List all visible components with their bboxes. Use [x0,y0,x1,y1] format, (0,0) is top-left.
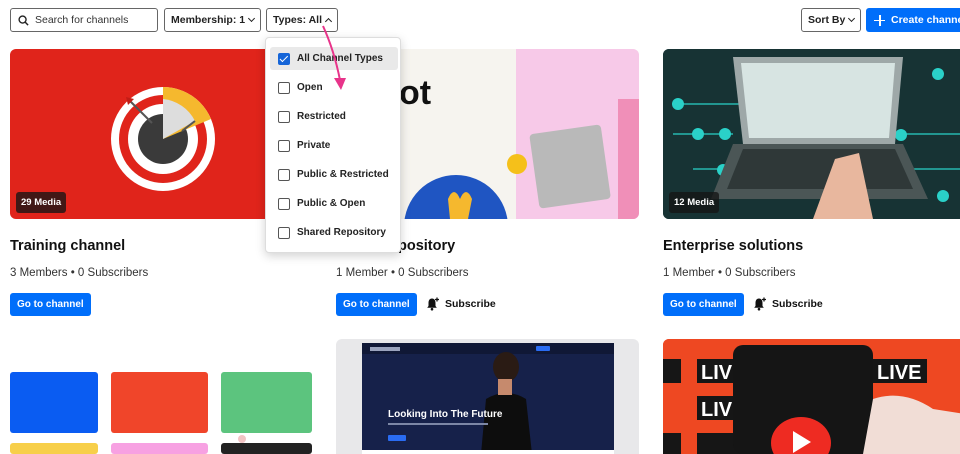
go-to-channel-button[interactable]: Go to channel [663,293,744,316]
channel-meta: 1 Member • 0 Subscribers [336,267,469,279]
types-filter-label: Types: All [273,14,323,26]
type-option-label: Public & Restricted [297,169,389,180]
checkbox[interactable] [278,139,290,152]
channel-meta: 3 Members • 0 Subscribers [10,267,149,279]
color-blocks-illustration [10,372,312,454]
subscribe-button[interactable]: Subscribe [753,297,823,311]
bell-plus-icon [427,297,439,311]
type-option-shared-repository[interactable]: Shared Repository [270,221,398,244]
go-to-channel-button[interactable]: Go to channel [336,293,417,316]
go-to-channel-button[interactable]: Go to channel [10,293,91,316]
create-channel-label: Create channel [891,14,960,26]
channel-thumbnail[interactable]: 12 Media [663,49,960,219]
checkbox[interactable] [278,226,290,239]
type-option-private[interactable]: Private [270,134,398,157]
sort-by-button[interactable]: Sort By [801,8,862,32]
channel-thumbnail[interactable]: LIVE LIVE LIVE [663,339,960,454]
chevron-down-icon [248,14,256,23]
checkbox[interactable] [278,168,290,181]
search-icon [18,14,29,26]
channel-title[interactable]: Enterprise solutions [663,238,803,254]
type-option-public-open[interactable]: Public & Open [270,192,398,215]
sort-by-label: Sort By [808,14,846,26]
subscribe-label: Subscribe [445,298,496,310]
search-input[interactable]: Search for channels [10,8,158,32]
create-channel-button[interactable]: Create channel [866,8,960,32]
live-streaming-illustration: LIVE LIVE LIVE [663,339,960,454]
chevron-down-icon [848,14,856,23]
bell-plus-icon [754,297,766,311]
subscribe-button[interactable]: Subscribe [426,297,496,311]
channel-thumbnail[interactable]: Looking Into The Future [336,339,639,454]
type-option-all[interactable]: All Channel Types [270,47,398,70]
type-option-label: Private [297,140,331,151]
checkbox[interactable] [278,197,290,210]
video-portal-illustration: Looking Into The Future [362,343,614,454]
subscribe-label: Subscribe [772,298,823,310]
types-filter-dropdown: All Channel Types Open Restricted Privat… [265,37,401,253]
type-option-label: All Channel Types [297,53,383,64]
channel-meta: 1 Member • 0 Subscribers [663,267,796,279]
search-placeholder: Search for channels [35,14,129,26]
checkbox[interactable] [278,110,290,123]
media-count-badge: 29 Media [16,192,67,213]
toolbar: Search for channels Membership: 1 Types:… [0,0,960,40]
type-option-public-restricted[interactable]: Public & Restricted [270,163,398,186]
channel-thumbnail[interactable] [10,339,312,454]
media-count-badge: 12 Media [669,192,720,213]
type-option-label: Public & Open [297,198,366,209]
channel-title[interactable]: Training channel [10,238,125,254]
live-label: LIVE [877,362,921,384]
type-option-label: Shared Repository [297,227,386,238]
checkbox[interactable] [278,81,290,94]
channel-title[interactable]: pository [398,238,455,254]
plus-icon [874,14,885,26]
type-option-open[interactable]: Open [270,76,398,99]
thumbnail-heading: Looking Into The Future [388,409,503,420]
membership-filter-button[interactable]: Membership: 1 [164,8,262,32]
types-filter-button[interactable]: Types: All [266,8,339,32]
membership-filter-label: Membership: 1 [171,14,246,26]
type-option-restricted[interactable]: Restricted [270,105,398,128]
chevron-up-icon [324,17,333,26]
thumbnail-text: ot [399,74,431,112]
checkbox-checked[interactable] [278,52,290,65]
type-option-label: Open [297,82,323,93]
type-option-label: Restricted [297,111,346,122]
